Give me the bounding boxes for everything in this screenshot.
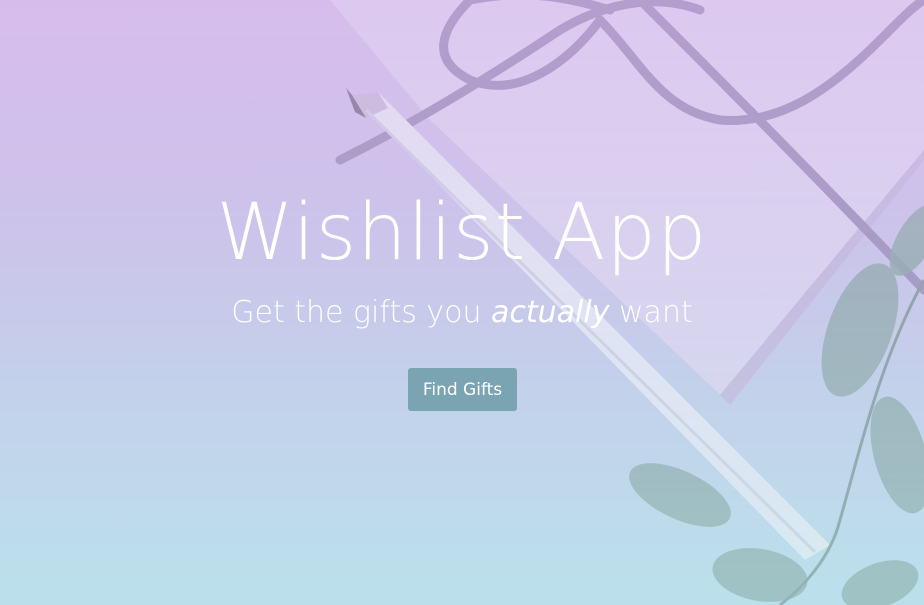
hero-content: Wishlist App Get the gifts you actually … — [0, 0, 924, 605]
hero-section: Wishlist App Get the gifts you actually … — [0, 0, 924, 605]
page-title: Wishlist App — [216, 188, 708, 278]
tagline-emphasis: actually — [491, 295, 610, 330]
find-gifts-button[interactable]: Find Gifts — [408, 368, 517, 411]
tagline-prefix: Get the gifts you — [231, 295, 492, 330]
tagline: Get the gifts you actually want — [0, 293, 924, 333]
tagline-suffix: want — [609, 295, 693, 330]
